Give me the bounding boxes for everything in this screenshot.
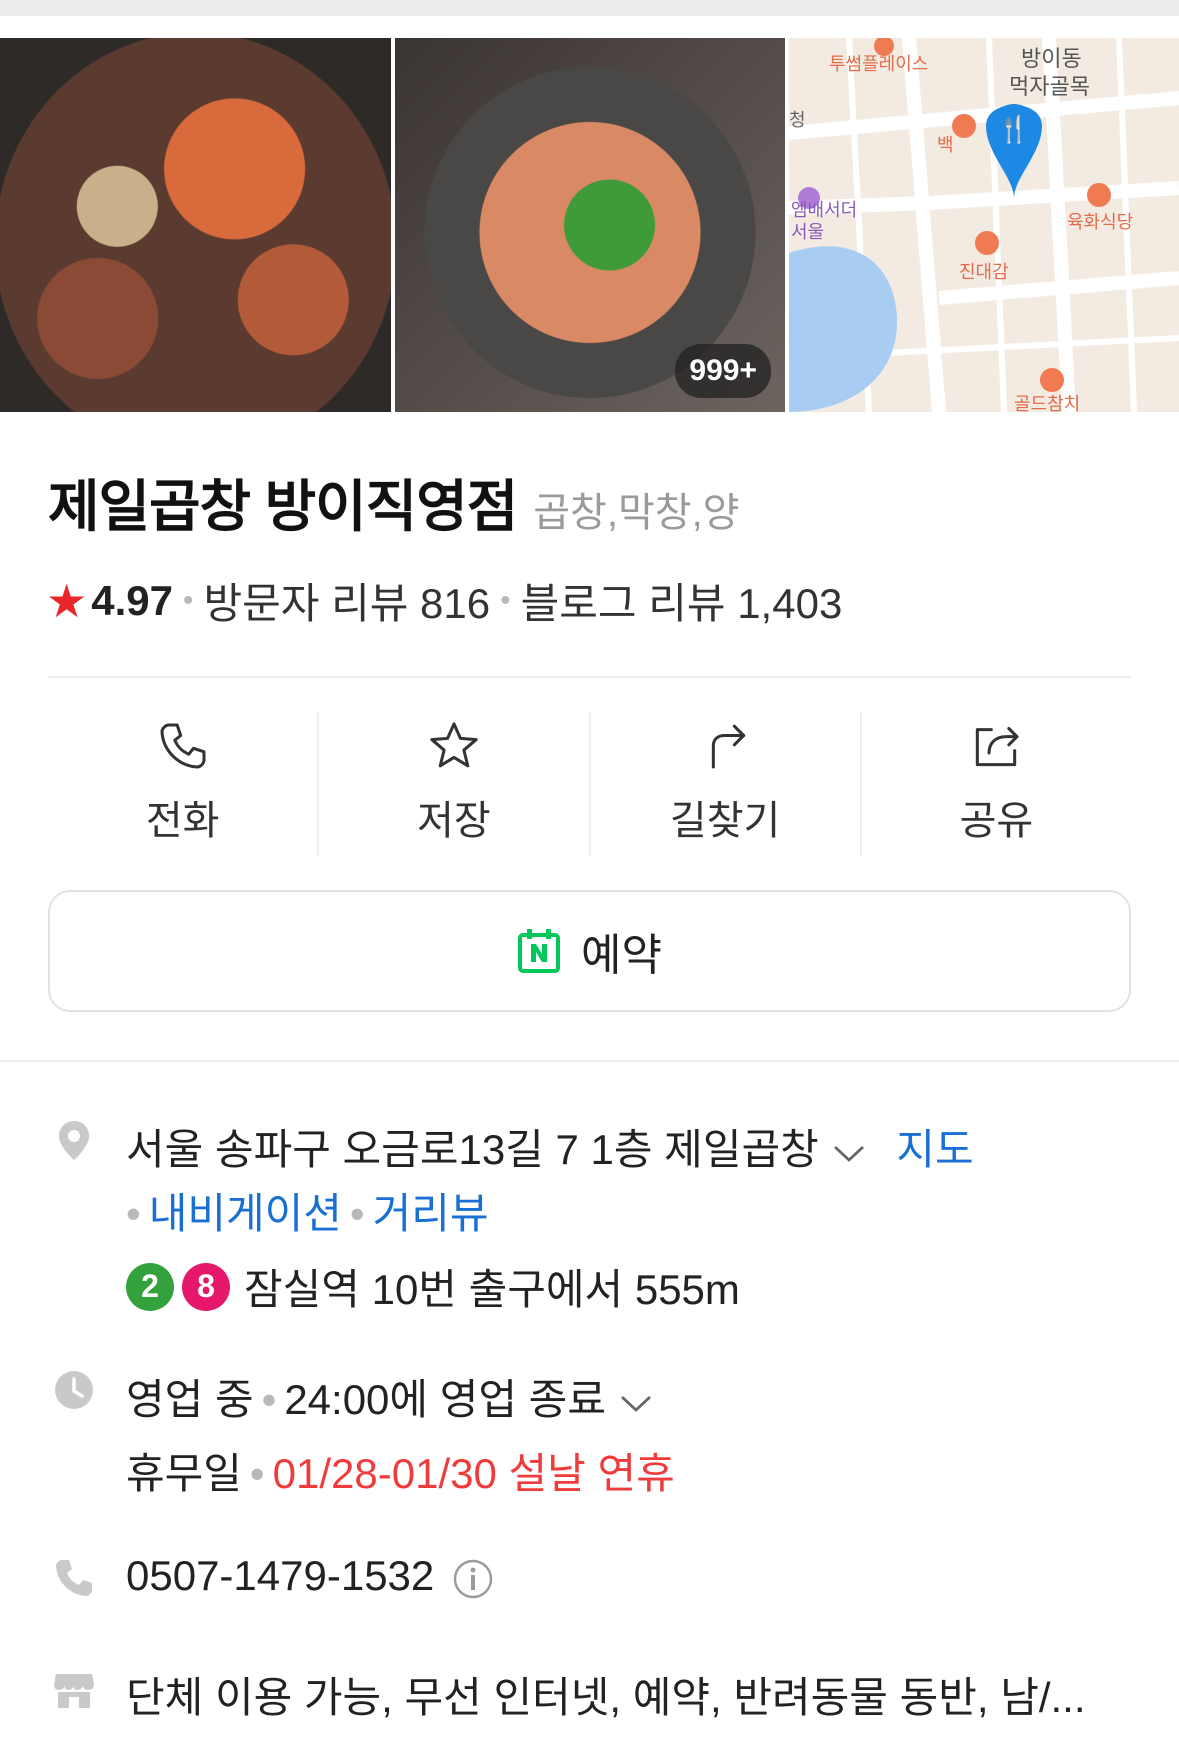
share-button[interactable]: 공유 [862,712,1131,856]
map-label-cheong: 청 [789,110,806,131]
open-status: 영업 중 [126,1376,254,1423]
location-pin-icon [59,1121,89,1160]
map-label-ambassador: 엠배서더 [791,200,857,221]
divider [48,676,1131,678]
separator-dot: • [183,583,194,617]
photo-grill-pan[interactable]: 999+ [395,38,785,412]
map-label-jindaegam: 진대감 [959,262,1009,283]
subway-line-8-badge: 8 [182,1262,230,1311]
map-label-twosome: 투썸플레이스 [829,54,928,75]
address-text: 서울 송파구 오금로13길 7 1층 제일곱창 [126,1126,819,1173]
separator-dot: • [500,583,511,617]
clock-icon [55,1371,93,1409]
phone-number[interactable]: 0507-1479-1532 [126,1552,434,1599]
action-bar: 전화 저장 길찾기 공유 [48,712,1131,856]
subway-row: 2 8 잠실역 10번 출구에서 555m [126,1256,740,1317]
directions-label: 길찾기 [669,799,781,843]
holiday-label: 휴무일 [126,1450,242,1497]
map-link[interactable]: 지도 [896,1126,973,1173]
store-icon [54,1674,94,1708]
phone-icon [160,723,206,769]
star-outline-icon [430,722,478,768]
close-time: 24:00에 영업 종료 [284,1376,606,1423]
map-label-bangi: 방이동 [1021,47,1082,72]
separator-dot: • [126,1190,141,1237]
separator-dot: • [349,1190,365,1237]
share-label: 공유 [959,799,1034,843]
amenities-row[interactable]: 단체 이용 가능, 무선 인터넷, 예약, 반려동물 동반, 남/... [126,1664,1086,1725]
star-icon: ★ [46,574,88,627]
svg-text:🍴: 🍴 [998,114,1030,145]
visitor-reviews-link[interactable]: 방문자 리뷰 816 [204,570,491,631]
separator-dot: • [249,1450,265,1497]
map-thumbnail[interactable]: 🍴 투썸플레이스 방이동 먹자골목 청 백 육화식당 엠배서더 서울 진대감 골… [789,38,1179,412]
place-category: 곱창,막창,양 [533,491,740,535]
top-bar [0,0,1179,16]
holiday-text: 01/28-01/30 설날 연휴 [272,1450,675,1497]
amenities-text: 단체 이용 가능, 무선 인터넷, 예약, 반려동물 동반, 남/... [126,1674,1086,1721]
address-row: 서울 송파구 오금로13길 7 1층 제일곱창 지도 [126,1116,974,1177]
chevron-down-icon[interactable] [831,1141,867,1165]
info-circle-icon[interactable] [452,1558,494,1600]
share-icon [976,726,1019,767]
subway-distance: 잠실역 10번 출구에서 555m [244,1266,740,1313]
save-button[interactable]: 저장 [319,712,591,856]
map-label-yukhwa: 육화식당 [1067,212,1133,233]
directions-icon [711,724,746,769]
photo-gallery[interactable]: 999+ 🍴 투썸플레이스 방이동 먹자골목 청 백 육화식당 엠배서더 서울 … [0,38,1179,412]
rating-value: 4.97 [91,576,173,624]
map-label-baek: 백 [937,135,954,156]
hours-row[interactable]: 영업 중 • 24:00에 영업 종료 [126,1366,654,1427]
map-label-food-alley: 먹자골목 [1009,75,1090,100]
place-name: 제일곱창 방이직영점 [48,475,518,538]
separator-dot: • [261,1376,277,1423]
naver-calendar-icon [518,929,561,973]
reserve-button[interactable]: 예약 [48,890,1131,1012]
phone-row[interactable]: 0507-1479-1532 [126,1552,494,1600]
subway-line-2-badge: 2 [126,1262,174,1311]
save-label: 저장 [417,799,491,843]
photo-count-badge: 999+ [675,344,771,398]
holiday-row: 휴무일 • 01/28-01/30 설날 연휴 [126,1440,675,1501]
blog-reviews-link[interactable]: 블로그 리뷰 1,403 [521,570,843,631]
map-label-seoul: 서울 [791,222,824,243]
call-button[interactable]: 전화 [48,712,320,856]
directions-button[interactable]: 길찾기 [591,712,862,856]
streetview-link[interactable]: 거리뷰 [373,1190,489,1237]
call-label: 전화 [145,799,220,843]
photo-grilled-meat[interactable] [0,38,391,412]
rating-row: ★ 4.97 • 방문자 리뷰 816 • 블로그 리뷰 1,403 [46,570,842,631]
chevron-down-icon[interactable] [618,1391,654,1415]
phone-filled-icon [56,1560,92,1596]
reserve-label: 예약 [581,931,662,980]
address-links-row: • 내비게이션 • 거리뷰 [126,1180,489,1241]
map-label-gold-tuna: 골드참치 [1014,394,1080,412]
navigation-link[interactable]: 내비게이션 [149,1190,342,1237]
section-divider [0,1060,1179,1062]
title-row: 제일곱창 방이직영점 곱창,막창,양 [48,462,739,543]
